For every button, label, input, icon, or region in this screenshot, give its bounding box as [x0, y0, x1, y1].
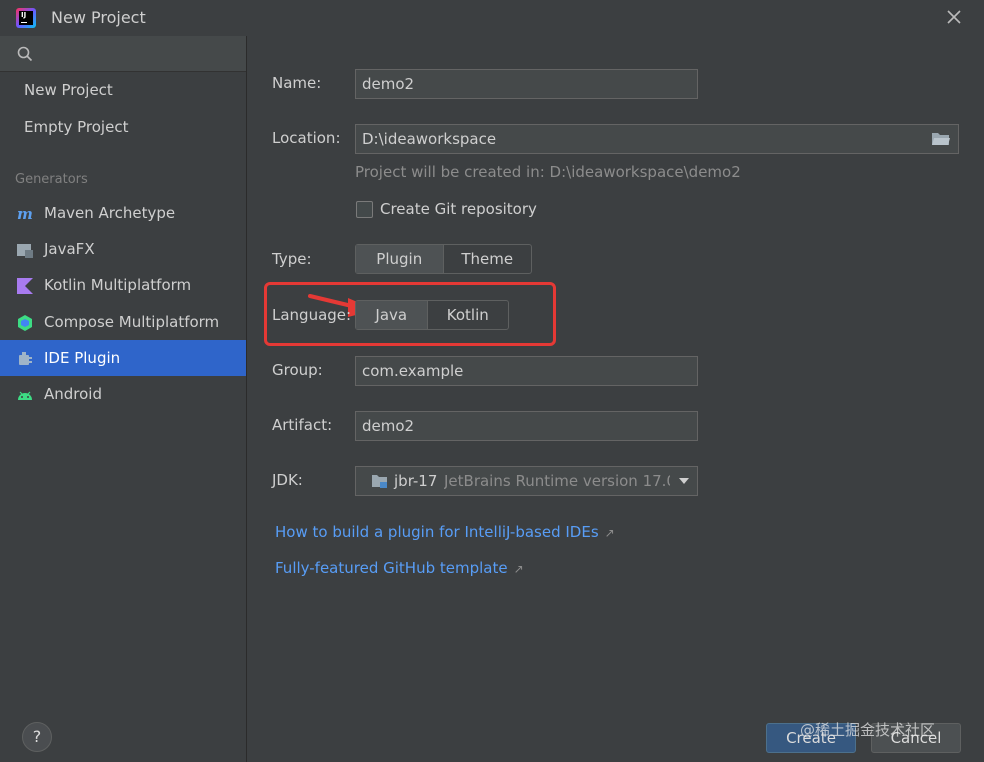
link-label: Fully-featured GitHub template [275, 559, 508, 577]
language-label: Language: [272, 306, 352, 324]
jdk-dropdown[interactable]: jbr-17 JetBrains Runtime version 17.0.6 [355, 466, 698, 496]
intellij-logo-icon: IJ [16, 8, 36, 28]
sidebar-item-label: IDE Plugin [44, 349, 121, 367]
language-option-kotlin[interactable]: Kotlin [428, 301, 508, 329]
sidebar-item-label: Maven Archetype [44, 204, 176, 222]
kotlin-icon [17, 278, 33, 294]
watermark: @稀土掘金技术社区 [800, 721, 936, 739]
sidebar-item-javafx[interactable]: JavaFX [0, 231, 246, 267]
artifact-label: Artifact: [272, 416, 333, 434]
sidebar-item-compose-multiplatform[interactable]: Compose Multiplatform [0, 304, 246, 340]
android-icon [18, 391, 32, 400]
location-value: D:\ideaworkspace [362, 130, 497, 148]
jdk-version: JetBrains Runtime version 17.0.6 [444, 472, 670, 490]
name-field[interactable]: demo2 [355, 69, 698, 99]
maven-icon: m [17, 205, 33, 223]
compose-icon [18, 315, 32, 331]
sidebar-item-label: JavaFX [44, 240, 95, 258]
group-field[interactable]: com.example [355, 356, 698, 386]
type-option-theme[interactable]: Theme [444, 245, 532, 273]
sidebar-item-android[interactable]: Android [0, 376, 246, 412]
language-option-java[interactable]: Java [356, 301, 428, 329]
sidebar-item-maven-archetype[interactable]: m Maven Archetype [0, 195, 246, 231]
jdk-folder-icon [372, 475, 387, 488]
type-segmented-control: Plugin Theme [355, 244, 532, 274]
link-label: How to build a plugin for IntelliJ-based… [275, 523, 599, 541]
sidebar-item-ide-plugin[interactable]: IDE Plugin [0, 340, 246, 376]
close-icon[interactable] [944, 7, 964, 27]
chevron-down-icon [679, 478, 689, 484]
title-bar [0, 0, 984, 36]
sidebar-item-label: Android [44, 385, 102, 403]
sidebar-item-label: Empty Project [24, 118, 129, 136]
plugin-icon [19, 352, 32, 365]
javafx-icon [17, 244, 33, 258]
group-label: Group: [272, 361, 323, 379]
jdk-name: jbr-17 [394, 472, 438, 490]
search-input[interactable] [0, 36, 246, 72]
sidebar-item-label: New Project [24, 81, 113, 99]
sidebar-item-label: Kotlin Multiplatform [44, 276, 192, 294]
sidebar-item-empty-project[interactable]: Empty Project [0, 109, 246, 145]
artifact-field[interactable]: demo2 [355, 411, 698, 441]
svg-text:m: m [17, 205, 33, 223]
type-label: Type: [272, 250, 312, 268]
folder-icon[interactable] [931, 130, 951, 148]
sidebar-item-label: Compose Multiplatform [44, 313, 220, 331]
project-path-hint: Project will be created in: D:\ideaworks… [355, 163, 741, 181]
type-option-plugin[interactable]: Plugin [356, 245, 444, 273]
location-field[interactable]: D:\ideaworkspace [355, 124, 959, 154]
create-git-repository-label: Create Git repository [380, 200, 537, 218]
name-label: Name: [272, 74, 322, 92]
external-link-icon: ↗ [604, 526, 615, 540]
link-github-template[interactable]: Fully-featured GitHub template ↗ [275, 559, 524, 577]
location-label: Location: [272, 129, 341, 147]
create-git-repository-checkbox[interactable] [356, 201, 373, 218]
sidebar-item-new-project[interactable]: New Project [0, 72, 246, 108]
language-segmented-control: Java Kotlin [355, 300, 509, 330]
jdk-label: JDK: [272, 471, 303, 489]
link-build-plugin-docs[interactable]: How to build a plugin for IntelliJ-based… [275, 523, 615, 541]
generators-group-label: Generators [15, 172, 88, 187]
help-button[interactable]: ? [22, 722, 52, 752]
window-title: New Project [51, 8, 146, 27]
sidebar-item-kotlin-multiplatform[interactable]: Kotlin Multiplatform [0, 267, 246, 303]
search-icon [17, 46, 33, 62]
external-link-icon: ↗ [513, 562, 524, 576]
